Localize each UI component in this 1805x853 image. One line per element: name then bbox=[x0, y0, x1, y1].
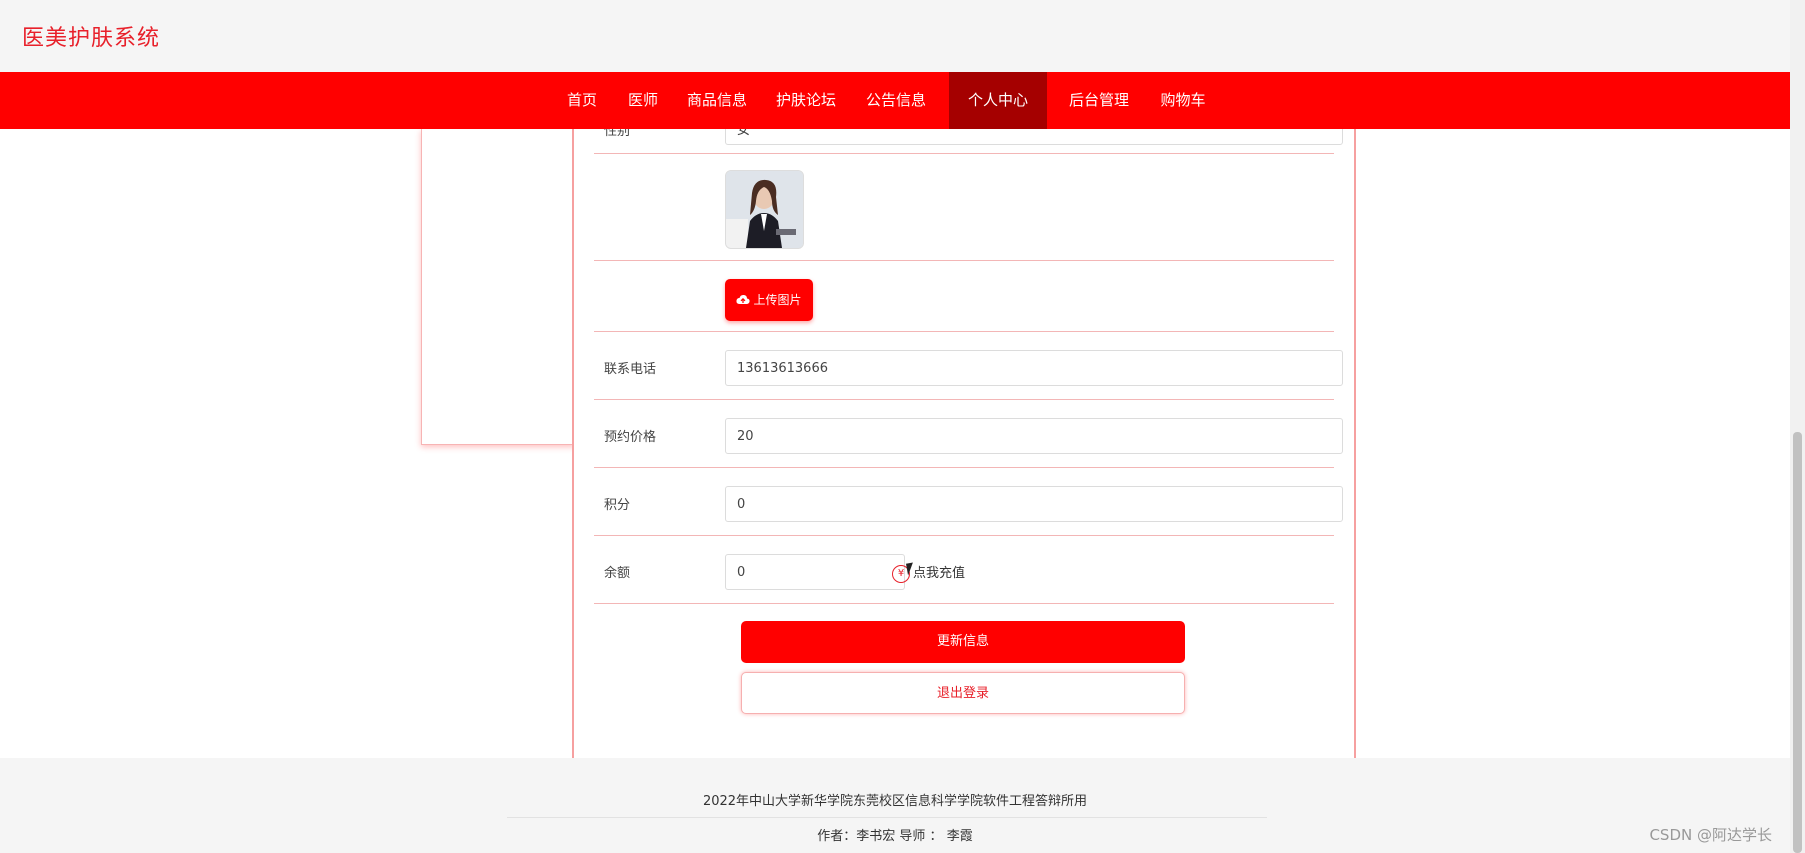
left-side-card bbox=[421, 129, 575, 445]
upload-row: 上传图片 bbox=[594, 261, 1334, 332]
cloud-upload-icon bbox=[736, 280, 751, 322]
avatar bbox=[725, 170, 804, 249]
site-title[interactable]: 医美护肤系统 bbox=[22, 20, 160, 52]
points-label: 积分 bbox=[604, 498, 631, 513]
footer-credits: 作者：李书宏 导师 ： 李霞 bbox=[817, 829, 973, 844]
avatar-photo-icon bbox=[726, 171, 803, 248]
points-field[interactable]: 0 bbox=[725, 486, 1343, 522]
watermark: CSDN @阿达学长 bbox=[1649, 826, 1772, 844]
points-row: 积分 0 bbox=[594, 468, 1343, 536]
profile-form-card: 性别 女 上传图片 联系电话 13613613666 预约价格 20 积分 0 … bbox=[572, 115, 1356, 758]
footer: 2022年中山大学新华学院东莞校区信息科学学院软件工程答辩所用 作者：李书宏 导… bbox=[0, 758, 1790, 853]
phone-row: 联系电话 13613613666 bbox=[594, 332, 1343, 400]
main-navbar: 首页 医师 商品信息 护肤论坛 公告信息 个人中心 后台管理 购物车 bbox=[0, 72, 1790, 129]
phone-field[interactable]: 13613613666 bbox=[725, 350, 1343, 386]
nav-item-forum[interactable]: 护肤论坛 bbox=[771, 72, 841, 129]
footer-divider bbox=[507, 817, 1267, 818]
recharge-label: 点我充值 bbox=[913, 566, 966, 581]
recharge-link[interactable]: ¥ 点我充值 bbox=[892, 562, 965, 583]
top-header: 医美护肤系统 bbox=[0, 0, 1790, 72]
nav-item-products[interactable]: 商品信息 bbox=[682, 72, 752, 129]
upload-image-button[interactable]: 上传图片 bbox=[725, 279, 813, 321]
price-label: 预约价格 bbox=[604, 430, 657, 445]
balance-field[interactable]: 0 bbox=[725, 554, 905, 590]
nav-item-cart[interactable]: 购物车 bbox=[1153, 72, 1213, 129]
nav-item-home[interactable]: 首页 bbox=[559, 72, 605, 129]
footer-copyright: 2022年中山大学新华学院东莞校区信息科学学院软件工程答辩所用 bbox=[702, 794, 1088, 809]
nav-item-admin[interactable]: 后台管理 bbox=[1063, 72, 1135, 129]
logout-button[interactable]: 退出登录 bbox=[741, 672, 1185, 714]
upload-image-label: 上传图片 bbox=[753, 293, 802, 307]
balance-label: 余额 bbox=[604, 566, 631, 581]
price-row: 预约价格 20 bbox=[594, 400, 1343, 468]
nav-item-announcements[interactable]: 公告信息 bbox=[859, 72, 933, 129]
price-field[interactable]: 20 bbox=[725, 418, 1343, 454]
avatar-row bbox=[594, 154, 1334, 261]
update-info-button[interactable]: 更新信息 bbox=[741, 621, 1185, 663]
phone-label: 联系电话 bbox=[604, 362, 657, 377]
nav-item-doctor[interactable]: 医师 bbox=[620, 72, 666, 129]
nav-item-personal-center[interactable]: 个人中心 bbox=[949, 72, 1047, 129]
scrollbar-thumb[interactable] bbox=[1793, 432, 1802, 853]
gender-row: 性别 女 bbox=[594, 115, 1343, 154]
